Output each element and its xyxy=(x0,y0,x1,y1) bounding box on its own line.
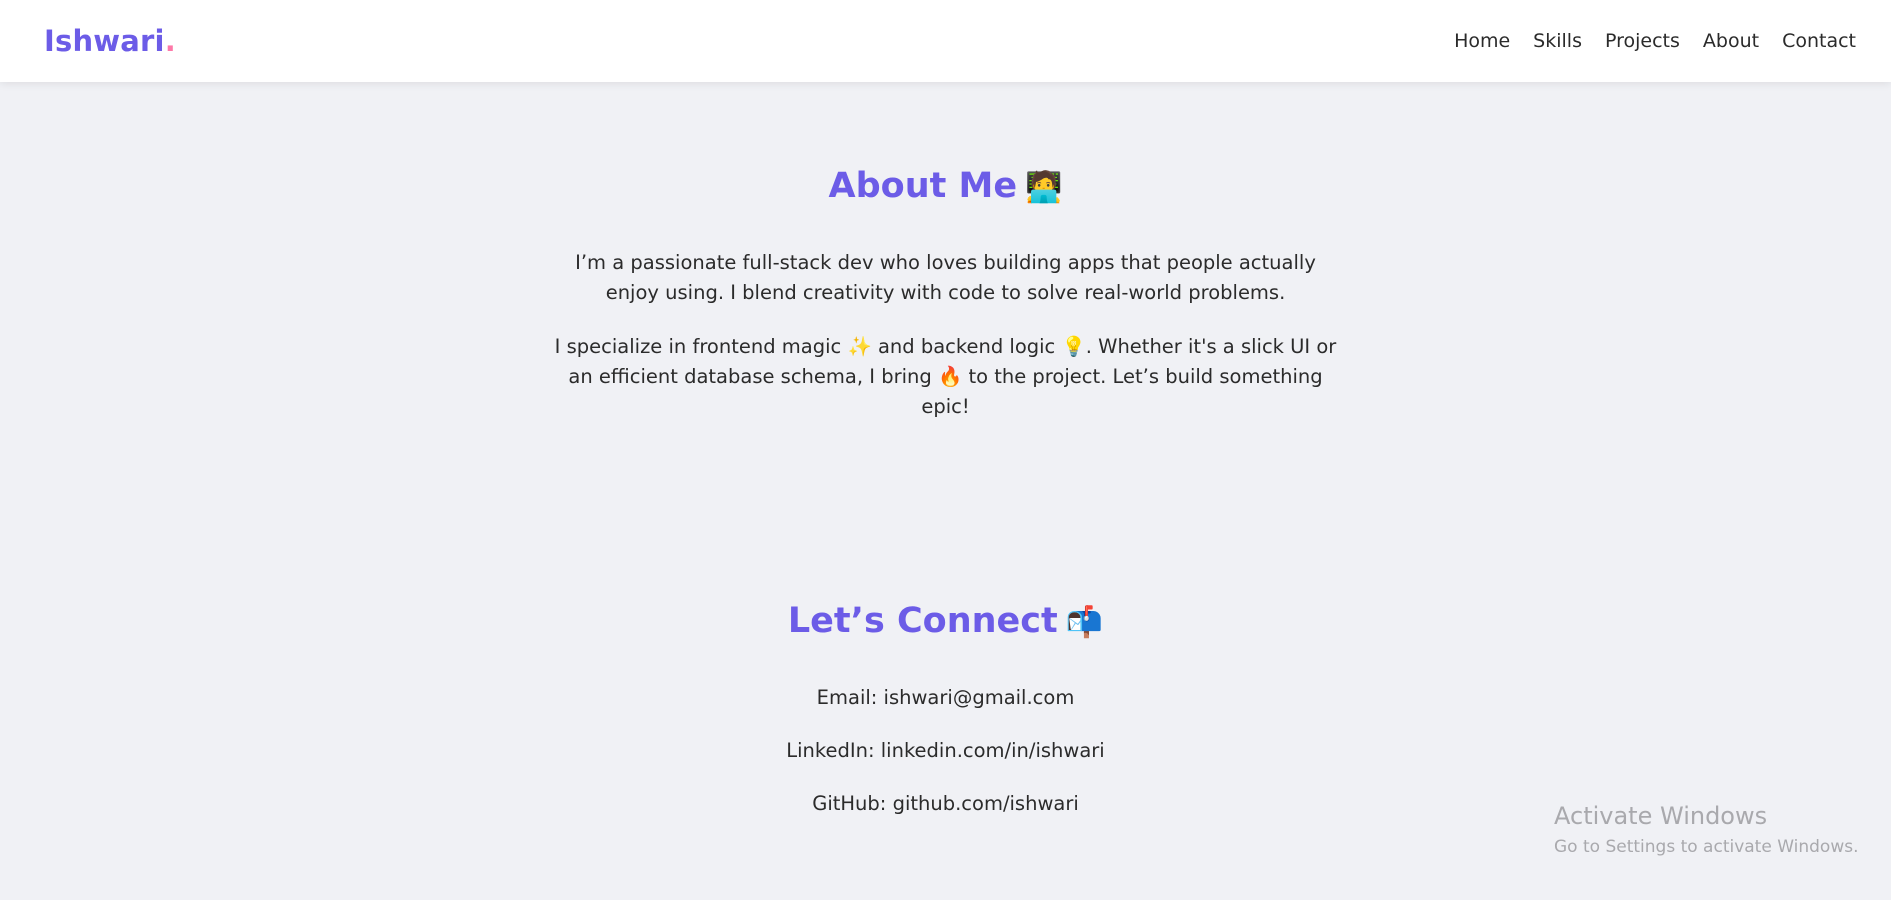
nav-link-projects[interactable]: Projects xyxy=(1605,30,1680,52)
lightbulb-icon: 💡 xyxy=(1061,335,1086,358)
linkedin-link[interactable]: linkedin.com/in/ishwari xyxy=(881,739,1105,762)
about-section: About Me 🧑‍💻 I’m a passionate full-stack … xyxy=(0,160,1891,422)
email-link[interactable]: ishwari@gmail.com xyxy=(884,686,1075,709)
mailbox-icon: 📬 xyxy=(1065,605,1104,640)
linkedin-label: LinkedIn: xyxy=(786,739,875,762)
nav-link-home[interactable]: Home xyxy=(1454,30,1510,52)
fire-icon: 🔥 xyxy=(937,365,963,388)
about-p2-text-a: I specialize in frontend magic xyxy=(554,335,842,358)
logo-dot: . xyxy=(164,24,176,58)
about-p2-text-b: and backend logic xyxy=(877,335,1056,358)
about-paragraph-1: I’m a passionate full-stack dev who love… xyxy=(575,251,1316,304)
watermark-title: Activate Windows xyxy=(1554,802,1768,830)
email-label: Email: xyxy=(816,686,878,709)
sparkles-icon: ✨ xyxy=(847,335,872,358)
watermark-subtitle: Go to Settings to activate Windows. xyxy=(1554,837,1859,857)
about-p2-text-d: to the project. Let’s build something ep… xyxy=(921,365,1323,418)
nav-link-about[interactable]: About xyxy=(1703,30,1759,52)
navbar: Ishwari. Home Skills Projects About Cont… xyxy=(0,0,1891,82)
contact-email: Email: ishwari@gmail.com xyxy=(0,683,1891,713)
nav-link-contact[interactable]: Contact xyxy=(1782,30,1856,52)
about-paragraph-2: I specialize in frontend magic ✨ and bac… xyxy=(546,332,1346,422)
about-title: About Me 🧑‍💻 xyxy=(0,160,1891,214)
nav-link-skills[interactable]: Skills xyxy=(1533,30,1582,52)
github-link[interactable]: github.com/ishwari xyxy=(893,792,1079,815)
logo[interactable]: Ishwari. xyxy=(44,24,176,58)
about-title-text: About Me xyxy=(828,166,1018,206)
contact-linkedin: LinkedIn: linkedin.com/in/ishwari xyxy=(0,736,1891,766)
logo-text: Ishwari xyxy=(44,24,165,58)
contact-title-text: Let’s Connect xyxy=(787,601,1058,641)
nav-links: Home Skills Projects About Contact xyxy=(1454,30,1856,52)
contact-title: Let’s Connect 📬 xyxy=(0,595,1891,649)
windows-activation-watermark: Activate Windows Go to Settings to activ… xyxy=(1554,800,1859,860)
github-label: GitHub: xyxy=(812,792,887,815)
technologist-icon: 🧑‍💻 xyxy=(1025,170,1063,205)
